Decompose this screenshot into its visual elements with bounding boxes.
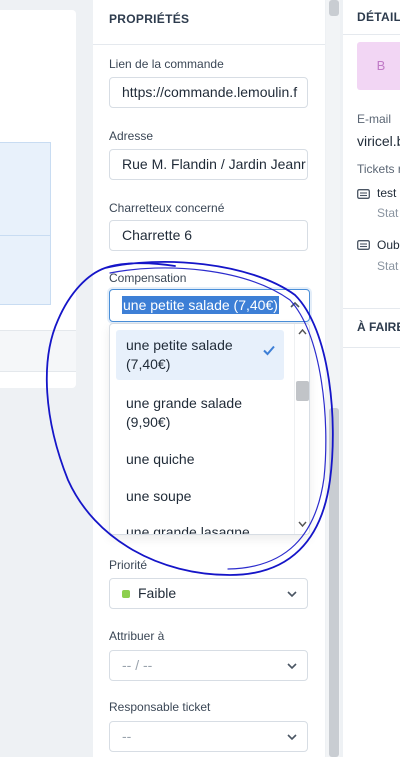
option-line: une grande salade — [126, 395, 242, 411]
option-line: une petite salade — [126, 337, 233, 353]
chevron-down-icon — [287, 663, 297, 670]
order-link-input[interactable]: https://commande.lemoulin.f — [109, 77, 308, 108]
left-footer-strip — [0, 330, 76, 372]
ticket-status: Stat — [377, 259, 399, 273]
panel-scroll-thumb-top[interactable] — [329, 0, 339, 16]
email-value[interactable]: viricel.b — [357, 133, 400, 149]
todo-section-title: À FAIRE — [343, 308, 400, 348]
cart-driver-label: Charretteux concerné — [109, 201, 225, 215]
option-line: (9,90€) — [126, 414, 171, 430]
option-line: une grande lasagne — [126, 524, 250, 535]
compensation-option-grande-lasagne[interactable]: une grande lasagne — [116, 523, 284, 535]
compensation-dropdown: une petite salade (7,40€) une grande sal… — [109, 323, 310, 535]
ticket-icon — [357, 240, 370, 250]
ticket-icon — [357, 189, 370, 199]
compensation-label: Compensation — [109, 271, 187, 285]
chevron-down-icon — [287, 591, 297, 598]
address-label: Adresse — [109, 129, 154, 143]
assign-to-select[interactable]: -- / -- — [109, 650, 308, 681]
compensation-select[interactable]: une petite salade (7,40€) — [109, 289, 310, 322]
avatar: B — [357, 42, 400, 90]
dropdown-scrollbar[interactable] — [294, 324, 309, 534]
option-line: une soupe — [126, 488, 192, 504]
panel-scrollbar[interactable] — [326, 0, 340, 757]
order-link-label: Lien de la commande — [109, 57, 224, 71]
ticket-title[interactable]: test — [377, 186, 396, 200]
tickets-label: Tickets r — [357, 162, 400, 176]
ticket-owner-select[interactable]: -- — [109, 721, 308, 752]
assign-to-value: -- / -- — [122, 657, 153, 673]
chevron-down-icon[interactable] — [298, 521, 307, 528]
left-info-box-bottom — [0, 235, 51, 305]
option-line: une quiche — [126, 451, 195, 467]
details-title: DÉTAILS — [343, 0, 400, 35]
dropdown-scroll-thumb[interactable] — [296, 381, 309, 401]
priority-label: Priorité — [109, 558, 148, 572]
compensation-option-soupe[interactable]: une soupe — [116, 487, 284, 506]
compensation-selected-value: une petite salade (7,40€) — [122, 296, 279, 314]
left-content-card — [0, 10, 76, 388]
compensation-option-petite-salade[interactable]: une petite salade (7,40€) — [116, 330, 284, 380]
chevron-up-icon[interactable] — [289, 299, 301, 311]
chevron-up-icon[interactable] — [298, 328, 307, 335]
properties-title: PROPRIÉTÉS — [93, 0, 325, 45]
address-input[interactable]: Rue M. Flandin / Jardin Jeanr — [109, 149, 308, 180]
ticket-status: Stat — [377, 206, 399, 220]
ticket-owner-label: Responsable ticket — [109, 700, 211, 714]
assign-to-label: Attribuer à — [109, 629, 165, 643]
cart-driver-input[interactable]: Charrette 6 — [109, 220, 308, 251]
compensation-option-grande-salade[interactable]: une grande salade (9,90€) — [116, 394, 284, 432]
ticket-title[interactable]: Oub — [377, 238, 400, 252]
priority-color-dot — [122, 590, 130, 598]
option-line: (7,40€) — [126, 356, 171, 372]
compensation-option-quiche[interactable]: une quiche — [116, 450, 284, 469]
left-info-box-top — [0, 142, 51, 236]
priority-value: Faible — [138, 585, 177, 601]
priority-select[interactable]: Faible — [109, 578, 308, 609]
chevron-down-icon — [287, 734, 297, 741]
details-panel: DÉTAILS B E-mail viricel.b Tickets r tes… — [343, 0, 400, 757]
ticket-owner-value: -- — [122, 728, 132, 744]
check-icon — [263, 345, 275, 356]
properties-panel: PROPRIÉTÉS Lien de la commande https://c… — [93, 0, 325, 757]
panel-scroll-thumb[interactable] — [329, 408, 339, 757]
email-label: E-mail — [357, 112, 392, 126]
